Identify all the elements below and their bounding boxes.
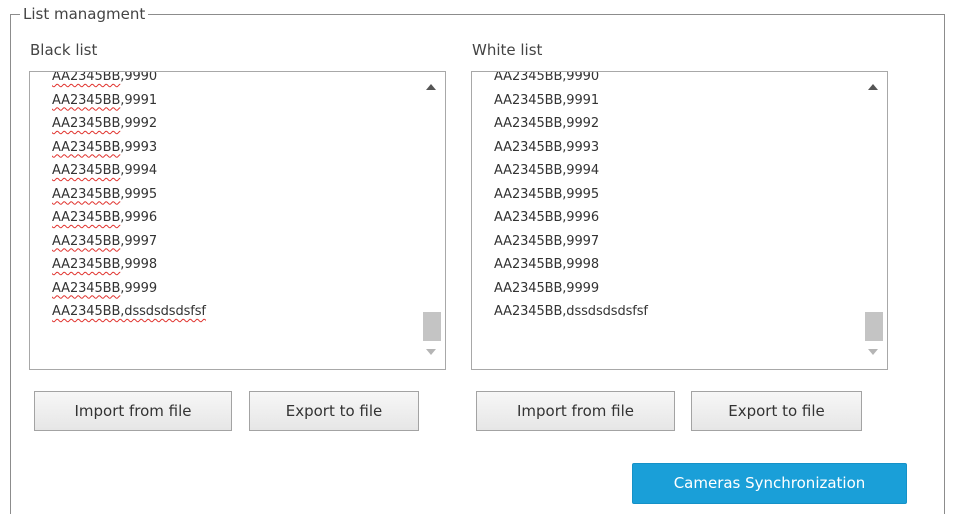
scroll-down-arrow-icon[interactable] <box>426 349 436 355</box>
black-list-item[interactable]: AA2345BB,dssdsdsdsfsf <box>52 300 206 324</box>
black-list-item-plate: AA2345BB <box>52 257 121 272</box>
white-list-item[interactable]: AA2345BB,9994 <box>494 159 648 183</box>
black-list-export-button[interactable]: Export to file <box>249 391 419 431</box>
black-list-item[interactable]: AA2345BB,9991 <box>52 89 206 113</box>
scroll-thumb[interactable] <box>423 312 441 341</box>
white-list-item[interactable]: AA2345BB,9999 <box>494 277 648 301</box>
black-list-listbox[interactable]: AA2345BB,9990 AA2345BB,9991 AA2345BB,999… <box>29 71 446 370</box>
black-list-item[interactable]: AA2345BB,9992 <box>52 112 206 136</box>
black-list-item-plate: AA2345BB <box>52 233 121 249</box>
white-list-item[interactable]: AA2345BB,9996 <box>494 206 648 230</box>
scroll-up-arrow-icon[interactable] <box>868 84 878 90</box>
white-list-item[interactable]: AA2345BB,9990 <box>494 72 648 89</box>
black-list-item-rest: ,9993 <box>120 139 157 155</box>
black-list-item-rest: ,9990 <box>120 71 157 84</box>
black-list-item-rest: ,9995 <box>120 186 157 202</box>
white-list-export-button[interactable]: Export to file <box>691 391 862 431</box>
black-list-item-plate: AA2345BB <box>52 92 121 108</box>
black-list-item-plate: AA2345BB <box>52 210 121 225</box>
black-list-item-rest: ,9992 <box>120 116 157 131</box>
white-list-item[interactable]: AA2345BB,9995 <box>494 183 648 207</box>
white-list-item[interactable]: AA2345BB,9992 <box>494 112 648 136</box>
black-list-item-plate: AA2345BB,dssdsdsdsfsf <box>52 304 206 319</box>
black-list-item[interactable]: AA2345BB,9999 <box>52 277 206 301</box>
black-list-item-rest: ,9994 <box>120 163 157 178</box>
black-list-item-plate: AA2345BB <box>52 163 121 178</box>
black-list-import-button[interactable]: Import from file <box>34 391 232 431</box>
black-list-item[interactable]: AA2345BB,9996 <box>52 206 206 230</box>
black-list-item-plate: AA2345BB <box>52 280 121 296</box>
black-list-item[interactable]: AA2345BB,9993 <box>52 136 206 160</box>
black-list-item-plate: AA2345BB <box>52 71 121 84</box>
white-list-label: White list <box>472 41 543 59</box>
scroll-thumb[interactable] <box>865 312 883 341</box>
black-list-item[interactable]: AA2345BB,9990 <box>52 71 206 89</box>
scroll-down-arrow-icon[interactable] <box>868 349 878 355</box>
black-list-item-rest: ,9997 <box>120 233 157 249</box>
black-list-item-plate: AA2345BB <box>52 116 121 131</box>
black-list-item[interactable]: AA2345BB,9995 <box>52 183 206 207</box>
white-list-item[interactable]: AA2345BB,dssdsdsdsfsf <box>494 300 648 324</box>
white-list-import-button[interactable]: Import from file <box>476 391 675 431</box>
black-list-item-rest: ,9996 <box>120 210 157 225</box>
black-list-item[interactable]: AA2345BB,9994 <box>52 159 206 183</box>
groupbox-title: List managment <box>20 4 149 24</box>
black-list-scrollbar[interactable] <box>421 72 445 369</box>
black-list-item-rest: ,9998 <box>120 257 157 272</box>
white-list-item[interactable]: AA2345BB,9993 <box>494 136 648 160</box>
black-list-item-plate: AA2345BB <box>52 186 121 202</box>
scroll-up-arrow-icon[interactable] <box>426 84 436 90</box>
black-list-item[interactable]: AA2345BB,9997 <box>52 230 206 254</box>
black-list-item-rest: ,9991 <box>120 92 157 108</box>
black-list-label: Black list <box>30 41 98 59</box>
black-list-items: AA2345BB,9990 AA2345BB,9991 AA2345BB,999… <box>52 71 206 324</box>
cameras-synchronization-button[interactable]: Cameras Synchronization <box>632 463 907 504</box>
white-list-listbox[interactable]: AA2345BB,9990 AA2345BB,9991 AA2345BB,999… <box>471 71 888 370</box>
black-list-item-plate: AA2345BB <box>52 139 121 155</box>
black-list-item-rest: ,9999 <box>120 280 157 296</box>
white-list-item[interactable]: AA2345BB,9991 <box>494 89 648 113</box>
black-list-item[interactable]: AA2345BB,9998 <box>52 253 206 277</box>
white-list-item[interactable]: AA2345BB,9998 <box>494 253 648 277</box>
list-management-page: List managment Black list AA2345BB,9990 … <box>0 0 955 514</box>
white-list-scrollbar[interactable] <box>863 72 887 369</box>
white-list-item[interactable]: AA2345BB,9997 <box>494 230 648 254</box>
white-list-items: AA2345BB,9990 AA2345BB,9991 AA2345BB,999… <box>494 72 648 324</box>
